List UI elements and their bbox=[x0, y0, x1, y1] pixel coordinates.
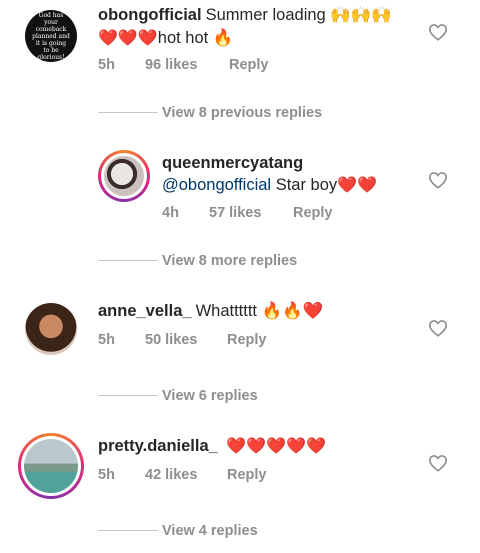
heart-outline-icon[interactable] bbox=[428, 171, 448, 189]
comment-time: 5h bbox=[98, 332, 115, 348]
comment-text-line2: ❤️❤️❤️hot hot 🔥 bbox=[98, 27, 233, 49]
comment-text-anne-vella: anne_vella_ Whatttttt 🔥🔥❤️ bbox=[98, 300, 323, 322]
comment-body-line2: hot hot bbox=[157, 29, 209, 47]
avatar-quote-text: God has your comeback planned and it is … bbox=[32, 11, 70, 61]
view-replies-link-daniella[interactable]: View 4 replies bbox=[162, 522, 258, 540]
clap-emoji-icon: 🙌🙌🙌 bbox=[330, 5, 392, 24]
like-count[interactable]: 96 likes bbox=[145, 56, 229, 74]
like-count[interactable]: 50 likes bbox=[145, 331, 227, 349]
replies-divider bbox=[98, 260, 158, 261]
fire-emoji-icon: 🔥 bbox=[212, 28, 234, 47]
comment-time: 5h bbox=[98, 57, 115, 73]
comment-body: Summer loading bbox=[205, 6, 326, 24]
heart-outline-icon[interactable] bbox=[428, 319, 448, 337]
profile-photo-icon bbox=[25, 303, 77, 355]
comment-body: Whatttttt bbox=[195, 302, 257, 320]
like-count[interactable]: 57 likes bbox=[209, 204, 293, 222]
profile-photo-icon bbox=[104, 156, 144, 196]
like-count[interactable]: 42 likes bbox=[145, 466, 227, 484]
reply-button[interactable]: Reply bbox=[293, 204, 333, 222]
comment-body: Star boy bbox=[275, 176, 338, 194]
comment-time: 5h bbox=[98, 467, 115, 483]
heart-emoji-icon: ❤️❤️❤️ bbox=[98, 28, 158, 47]
replies-divider bbox=[98, 112, 158, 113]
profile-photo-icon bbox=[24, 439, 78, 493]
avatar-obongofficial[interactable]: God has your comeback planned and it is … bbox=[25, 10, 77, 62]
heart-outline-icon[interactable] bbox=[428, 23, 448, 41]
comment-meta: 5h 50 likes Reply bbox=[98, 331, 267, 349]
fire-emoji-icon: 🔥🔥❤️ bbox=[261, 301, 324, 320]
comment-text-queenmercyatang: @obongofficial Star boy❤️❤️ bbox=[162, 174, 377, 196]
view-more-replies-link[interactable]: View 8 more replies bbox=[162, 252, 297, 270]
replies-divider bbox=[98, 395, 158, 396]
comment-text-obongofficial: obongofficial Summer loading 🙌🙌🙌 bbox=[98, 4, 392, 26]
reply-button[interactable]: Reply bbox=[227, 331, 267, 349]
avatar-pretty-daniella[interactable] bbox=[18, 433, 84, 499]
view-previous-replies-link[interactable]: View 8 previous replies bbox=[162, 104, 322, 122]
replies-divider bbox=[98, 530, 158, 531]
heart-outline-icon[interactable] bbox=[428, 454, 448, 472]
comment-username-line: queenmercyatang bbox=[162, 152, 307, 174]
reply-button[interactable]: Reply bbox=[229, 56, 269, 74]
comment-text-pretty-daniella: pretty.daniella_ ❤️❤️❤️❤️❤️ bbox=[98, 435, 326, 457]
comment-meta: 5h 96 likes Reply bbox=[98, 56, 269, 74]
comment-time: 4h bbox=[162, 205, 179, 221]
view-replies-link-anne[interactable]: View 6 replies bbox=[162, 387, 258, 405]
username-pretty-daniella[interactable]: pretty.daniella_ bbox=[98, 437, 218, 455]
username-queenmercyatang[interactable]: queenmercyatang bbox=[162, 154, 303, 172]
username-anne-vella[interactable]: anne_vella_ bbox=[98, 302, 192, 320]
avatar-anne-vella[interactable] bbox=[25, 303, 77, 355]
username-obongofficial[interactable]: obongofficial bbox=[98, 6, 202, 24]
heart-emoji-icon: ❤️❤️ bbox=[337, 175, 377, 194]
comment-meta: 4h 57 likes Reply bbox=[162, 204, 333, 222]
heart-emoji-icon: ❤️❤️❤️❤️❤️ bbox=[226, 436, 327, 455]
mention-link[interactable]: @obongofficial bbox=[162, 176, 271, 194]
avatar-queenmercyatang[interactable] bbox=[98, 150, 150, 202]
reply-button[interactable]: Reply bbox=[227, 466, 267, 484]
comment-meta: 5h 42 likes Reply bbox=[98, 466, 267, 484]
